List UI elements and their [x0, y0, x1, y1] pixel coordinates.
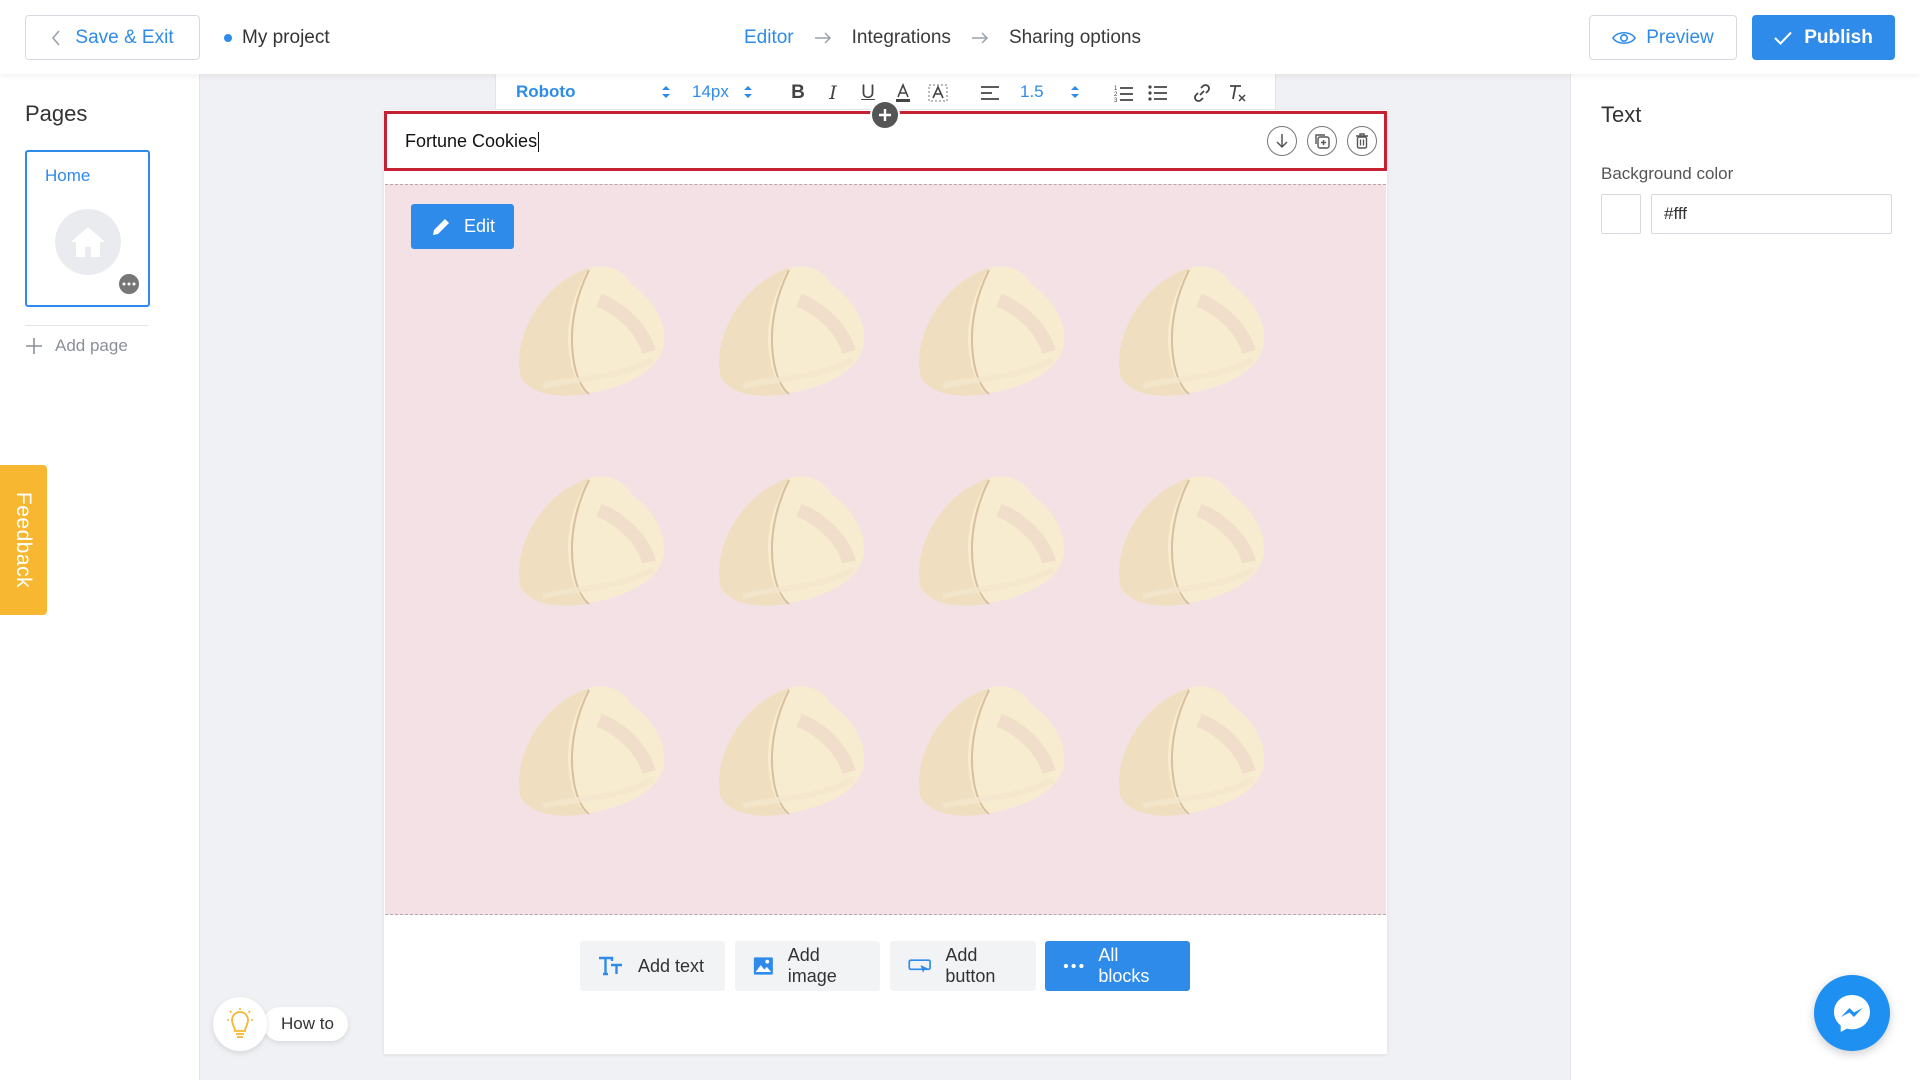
- arrow-right-icon: [971, 31, 989, 45]
- text-color-icon[interactable]: [892, 82, 914, 104]
- text-block-content[interactable]: Fortune Cookies: [405, 131, 540, 153]
- feedback-tab[interactable]: Feedback: [0, 465, 47, 615]
- image-icon: [753, 957, 773, 975]
- bold-icon[interactable]: B: [787, 82, 809, 104]
- pages-title: Pages: [25, 101, 88, 126]
- fortune-cookie-image: [703, 260, 873, 410]
- save-exit-button[interactable]: Save & Exit: [25, 15, 200, 60]
- divider: [25, 325, 148, 326]
- font-size-select[interactable]: 14px: [692, 74, 729, 110]
- fortune-cookie-image: [503, 470, 673, 620]
- how-to-label[interactable]: How to: [263, 1007, 348, 1041]
- add-page-label: Add page: [55, 336, 128, 355]
- fortune-cookie-image: [903, 680, 1073, 830]
- save-exit-label: Save & Exit: [75, 26, 174, 48]
- arrow-right-icon: [814, 31, 832, 45]
- add-image-label: Add image: [787, 945, 837, 986]
- background-color-swatch[interactable]: [1601, 194, 1641, 234]
- fortune-cookie-image: [703, 680, 873, 830]
- unsaved-dot-icon: [224, 34, 232, 42]
- project-name-label: My project: [242, 27, 330, 48]
- align-left-icon[interactable]: [979, 82, 1001, 104]
- clear-format-icon[interactable]: [1226, 82, 1248, 104]
- more-dots-icon: [1063, 963, 1084, 969]
- fortune-cookie-image: [1103, 680, 1273, 830]
- move-down-icon[interactable]: [1267, 126, 1297, 156]
- home-icon: [55, 209, 121, 275]
- edit-image-button[interactable]: Edit: [411, 204, 514, 249]
- text-block-text: Fortune Cookies: [405, 131, 538, 151]
- fortune-cookie-image: [1103, 470, 1273, 620]
- preview-button[interactable]: Preview: [1589, 15, 1737, 60]
- feedback-label: Feedback: [12, 491, 36, 589]
- text-type-icon: [599, 956, 622, 976]
- add-image-button[interactable]: Add image: [735, 941, 880, 991]
- edit-label: Edit: [463, 216, 496, 236]
- add-text-button[interactable]: Add text: [580, 941, 725, 991]
- lightbulb-icon[interactable]: [213, 997, 267, 1051]
- underline-icon[interactable]: U: [857, 82, 879, 104]
- step-sharing-options[interactable]: Sharing options: [1009, 27, 1141, 49]
- how-to-helper[interactable]: How to: [213, 996, 348, 1052]
- italic-icon[interactable]: I: [822, 82, 844, 104]
- background-color-label: Background color: [1601, 164, 1734, 183]
- properties-panel: Text Background color: [1570, 74, 1920, 1080]
- eye-icon: [1612, 31, 1637, 44]
- step-navigation: Editor Integrations Sharing options: [744, 24, 1141, 52]
- background-color-input[interactable]: [1651, 194, 1892, 234]
- fortune-cookie-image: [903, 260, 1073, 410]
- all-blocks-label: All blocks: [1098, 945, 1150, 986]
- pencil-icon: [432, 218, 449, 235]
- link-icon[interactable]: [1191, 82, 1213, 104]
- line-height-select[interactable]: 1.5: [1020, 74, 1044, 110]
- fortune-cookie-image: [1103, 260, 1273, 410]
- publish-button[interactable]: Publish: [1752, 15, 1895, 60]
- insert-block-plus-icon[interactable]: [870, 100, 900, 130]
- messenger-icon: [1834, 995, 1870, 1032]
- font-family-select[interactable]: Roboto: [516, 74, 575, 110]
- step-integrations[interactable]: Integrations: [852, 27, 951, 49]
- bullet-list-icon[interactable]: [1147, 82, 1169, 104]
- page-thumbnail-label: Home: [45, 166, 91, 185]
- check-icon: [1774, 31, 1792, 45]
- sort-arrows-icon: [1070, 74, 1080, 110]
- properties-title: Text: [1601, 102, 1642, 127]
- image-block[interactable]: [385, 184, 1386, 915]
- chevron-left-icon: [52, 29, 60, 46]
- all-blocks-button[interactable]: All blocks: [1045, 941, 1190, 991]
- delete-icon[interactable]: [1347, 126, 1377, 156]
- messenger-chat-button[interactable]: [1814, 975, 1890, 1051]
- plus-icon: [26, 338, 42, 354]
- page-thumbnail-home[interactable]: Home: [25, 150, 150, 307]
- sort-arrows-icon: [661, 74, 671, 110]
- button-block-icon: [908, 959, 931, 973]
- highlight-icon[interactable]: [927, 82, 949, 104]
- sort-arrows-icon: [743, 74, 753, 110]
- text-caret: [538, 132, 540, 153]
- fortune-cookie-image: [503, 260, 673, 410]
- svg-text:3: 3: [1114, 98, 1118, 102]
- fortune-cookie-image: [903, 470, 1073, 620]
- add-button-button[interactable]: Add button: [890, 941, 1036, 991]
- preview-label: Preview: [1646, 26, 1714, 48]
- top-bar: Save & Exit My project Editor Integratio…: [0, 0, 1920, 74]
- duplicate-icon[interactable]: [1307, 126, 1337, 156]
- publish-label: Publish: [1804, 26, 1873, 48]
- step-editor[interactable]: Editor: [744, 27, 794, 49]
- project-name[interactable]: My project: [224, 25, 330, 51]
- page-more-options-icon[interactable]: [117, 272, 141, 296]
- fortune-cookie-image: [703, 470, 873, 620]
- fortune-cookie-image: [503, 680, 673, 830]
- add-button-label: Add button: [945, 945, 996, 986]
- add-text-label: Add text: [638, 955, 705, 976]
- ordered-list-icon[interactable]: 123: [1113, 82, 1135, 104]
- add-page-button[interactable]: Add page: [25, 332, 128, 360]
